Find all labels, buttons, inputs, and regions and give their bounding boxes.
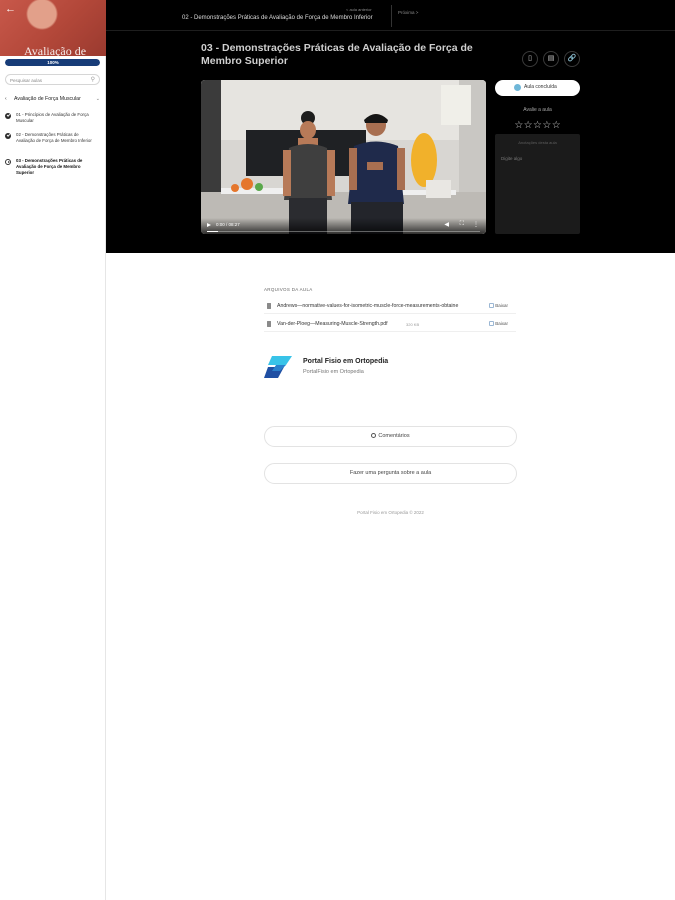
fullscreen-icon[interactable]: ⛶ xyxy=(460,221,464,228)
rating-stars: ☆☆☆☆☆ xyxy=(495,115,580,133)
next-lesson-button[interactable]: Próxima > xyxy=(398,10,418,15)
lesson-nav-bar: < aula anterior 02 - Demonstrações Práti… xyxy=(106,0,675,31)
download-icon xyxy=(488,321,494,326)
complete-lesson-button[interactable]: Aula concluída xyxy=(495,80,580,96)
instructor-subtitle: PortalFisio em Ortopedia xyxy=(303,369,364,375)
comments-label: Comentários xyxy=(378,433,410,439)
download-label: Baixar xyxy=(495,321,508,326)
star-icon[interactable]: ☆ xyxy=(552,121,561,131)
volume-icon[interactable]: ◀ xyxy=(444,221,449,228)
file-icon xyxy=(267,321,271,327)
portal-logo xyxy=(264,356,292,378)
prev-lesson-link[interactable]: 02 - Demonstrações Práticas de Avaliação… xyxy=(182,15,373,21)
course-progress-label: 100% xyxy=(47,60,59,65)
module-title: Avaliação de Força Muscular xyxy=(14,96,81,102)
chevron-left-icon: ‹ xyxy=(5,96,7,102)
lesson-hero: 03 - Demonstrações Práticas de Avaliação… xyxy=(106,31,675,253)
course-banner: ← Avaliação de xyxy=(0,0,106,56)
chevron-down-icon: ⌄ xyxy=(95,96,100,102)
download-button[interactable]: Baixar xyxy=(488,321,508,326)
files-heading: ARQUIVOS DA AULA xyxy=(264,287,313,292)
prev-lesson-label[interactable]: < aula anterior xyxy=(346,7,372,12)
sidebar: ← Avaliação de 100% ⚲ ‹ Avaliação de For… xyxy=(0,0,106,900)
video-time: 0:00 / 08:27 xyxy=(216,222,240,227)
file-row[interactable]: Van-der-Ploeg—Measuring-Muscle-Strength.… xyxy=(264,318,516,332)
notes-header: Anotações desta aula xyxy=(518,140,557,145)
lesson-label: 01 - Princípios de Avaliação de Força Mu… xyxy=(16,112,89,123)
play-circle-icon xyxy=(5,159,11,165)
lesson-title: 03 - Demonstrações Práticas de Avaliação… xyxy=(201,42,473,67)
check-circle-icon xyxy=(514,84,521,91)
play-icon[interactable] xyxy=(207,223,211,227)
completed-check-icon xyxy=(5,133,11,139)
app-root: ← Avaliação de 100% ⚲ ‹ Avaliação de For… xyxy=(0,0,675,900)
lesson-search-input[interactable] xyxy=(10,76,88,84)
module-header[interactable]: ‹ Avaliação de Força Muscular ⌄ xyxy=(5,96,100,106)
download-icon xyxy=(488,303,494,308)
notes-icon[interactable]: ▤ xyxy=(543,51,559,67)
more-options-icon[interactable]: ⋮ xyxy=(473,221,479,228)
instructor-card: Portal Fisio em Ortopedia PortalFisio em… xyxy=(264,354,514,382)
instructor-name: Portal Fisio em Ortopedia xyxy=(303,358,389,365)
nav-divider xyxy=(391,5,392,27)
notes-panel: Anotações desta aula Digite algo xyxy=(495,134,580,234)
lesson-label: 02 - Demonstrações Práticas de Avaliação… xyxy=(16,132,92,143)
search-icon[interactable]: ⚲ xyxy=(91,76,95,84)
video-seek-fill xyxy=(207,230,218,232)
ask-question-button[interactable]: Fazer uma pergunta sobre a aula xyxy=(264,463,517,484)
rating-label: Avalie a aula xyxy=(523,107,552,113)
star-icon[interactable]: ☆ xyxy=(514,121,523,131)
complete-lesson-label: Aula concluída xyxy=(524,84,557,90)
arrow-left-icon[interactable]: ← xyxy=(5,4,16,15)
bookmark-icon[interactable]: ▯ xyxy=(522,51,538,67)
video-seek-bar[interactable] xyxy=(207,230,480,232)
ask-question-label: Fazer uma pergunta sobre a aula xyxy=(349,470,432,476)
link-icon[interactable]: 🔗 xyxy=(564,51,580,67)
star-icon[interactable]: ☆ xyxy=(533,121,542,131)
download-label: Baixar xyxy=(495,303,508,308)
notes-input[interactable]: Digite algo xyxy=(501,156,522,161)
file-name[interactable]: Van-der-Ploeg—Measuring-Muscle-Strength.… xyxy=(277,321,388,327)
course-title: Avaliação de xyxy=(24,44,87,56)
file-icon xyxy=(267,303,271,309)
comment-icon xyxy=(371,433,377,438)
video-player[interactable]: 0:00 / 08:27 ◀ ⛶ ⋮ xyxy=(201,80,486,234)
lesson-search-box: ⚲ xyxy=(5,74,100,85)
completed-check-icon xyxy=(5,113,11,119)
star-icon[interactable]: ☆ xyxy=(542,121,551,131)
file-name[interactable]: Andrews—normative-values-for-isometric-m… xyxy=(277,303,485,309)
download-button[interactable]: Baixar xyxy=(488,303,508,308)
star-icon[interactable]: ☆ xyxy=(524,121,533,131)
video-frame xyxy=(201,80,486,234)
file-row[interactable]: Andrews—normative-values-for-isometric-m… xyxy=(264,300,516,314)
lesson-label: 03 - Demonstrações Práticas de Avaliação… xyxy=(16,158,83,175)
file-size: 320 KB xyxy=(406,322,420,327)
footer-copyright: Portal Fisio em Ortopedia © 2022 xyxy=(357,510,424,515)
comments-button[interactable]: Comentários xyxy=(264,426,517,447)
video-controls: 0:00 / 08:27 ◀ ⛶ ⋮ xyxy=(201,218,486,234)
